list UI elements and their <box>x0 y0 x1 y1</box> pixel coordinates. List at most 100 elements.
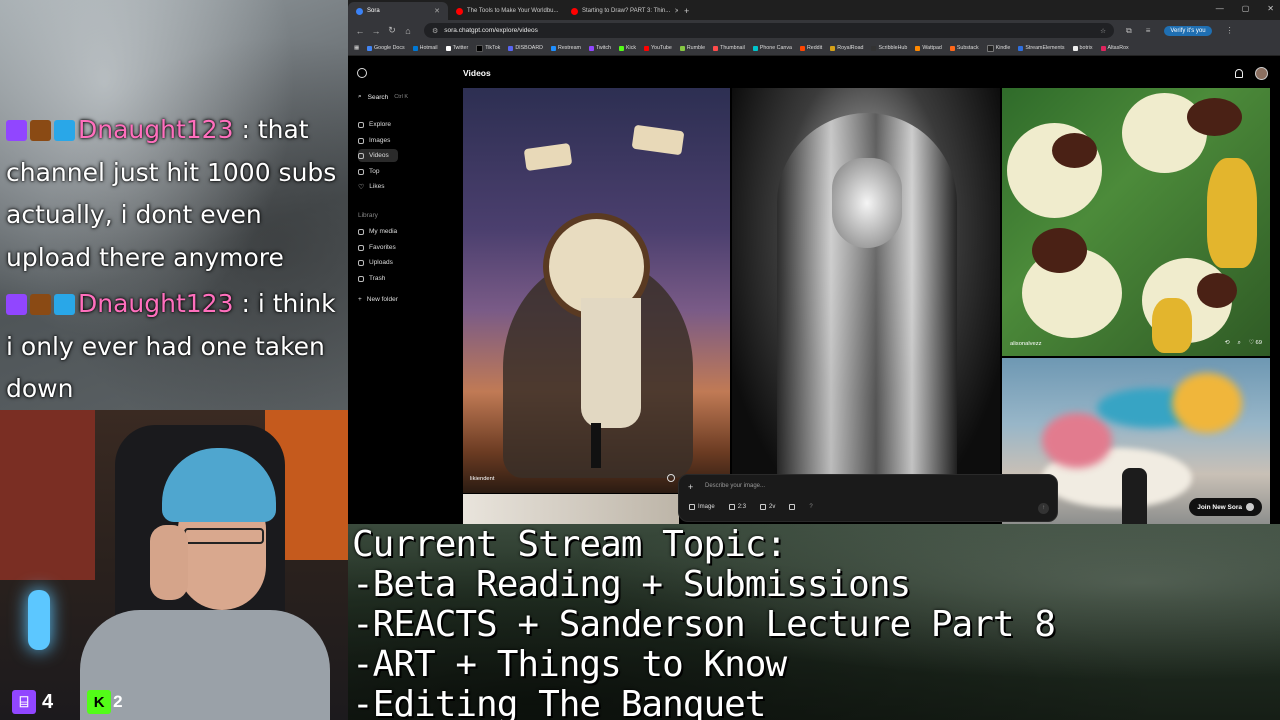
topic-item: -Editing The Banquet <box>352 684 766 720</box>
sidebar-item-images[interactable]: Images <box>358 134 446 147</box>
yellow-smoke-graphic <box>1172 373 1242 433</box>
new-tab-button[interactable]: + <box>678 2 695 20</box>
bookmark-item[interactable]: ScribbleHub <box>871 45 907 51</box>
bookmark-star-icon[interactable]: ☆ <box>1100 27 1106 35</box>
youtube-favicon-icon <box>456 7 463 15</box>
chat-message: Dnaught123 : that channel just hit 1000 … <box>6 109 344 279</box>
reading-list-icon[interactable]: ≡ <box>1146 26 1151 35</box>
bookmark-item[interactable]: Google Docs <box>367 45 405 51</box>
minimize-icon[interactable]: — <box>1216 4 1224 13</box>
tab-title: Sora <box>367 8 380 14</box>
tab-sora[interactable]: Sora ✕ <box>348 2 448 20</box>
presets-button[interactable] <box>789 504 796 510</box>
media-type-selector[interactable]: Image <box>689 504 715 510</box>
heart-icon: ♡ <box>358 183 365 191</box>
sidebar-item-likes[interactable]: ♡ Likes <box>358 180 446 193</box>
site-info-icon[interactable]: ⚙ <box>432 27 438 35</box>
submit-arrow-icon[interactable]: ↑ <box>1038 503 1049 514</box>
sidebar-item-trash[interactable]: Trash <box>358 272 446 285</box>
like-button[interactable]: ♡ 69 <box>1249 340 1262 347</box>
bookmark-item[interactable]: Twitter <box>445 45 468 51</box>
bookmark-item[interactable]: Kindle <box>986 44 1010 52</box>
help-icon[interactable]: ? <box>809 504 812 510</box>
bookmark-item[interactable]: Thumbnail <box>713 45 745 51</box>
aspect-ratio-selector[interactable]: 2:3 <box>728 504 746 510</box>
sidebar-item-favorites[interactable]: Favorites <box>358 241 446 254</box>
url-text: sora.chatgpt.com/explore/videos <box>444 27 538 34</box>
tile-author[interactable]: alisonalvezz <box>1010 341 1042 347</box>
tab-bar: Sora ✕ The Tools to Make Your Worldbu...✕… <box>348 0 1280 20</box>
bookmark-item[interactable]: Substack <box>949 45 979 51</box>
bookmark-item[interactable]: DISBOARD <box>508 45 543 51</box>
sidebar-item-uploads[interactable]: Uploads <box>358 256 446 269</box>
sidebar-item-videos[interactable]: Videos <box>358 149 398 162</box>
tab-drawing[interactable]: Starting to Draw? PART 3: Thin... ✕ <box>563 2 678 20</box>
bookmark-item[interactable]: Phone Canva <box>752 45 792 51</box>
extensions-icon[interactable]: ⧉ <box>1126 26 1132 36</box>
profile-verify-button[interactable]: Verify it's you <box>1164 25 1212 36</box>
forward-icon[interactable]: → <box>368 26 384 36</box>
tile-author[interactable]: likiendent <box>470 476 495 482</box>
explore-icon <box>358 121 364 128</box>
prompt-composer: + Describe your image... Image 2:3 2v ? … <box>678 474 1058 522</box>
notification-bell-icon[interactable] <box>1235 69 1243 78</box>
bookmark-item[interactable]: RoyalRoad <box>830 45 863 51</box>
bookmark-item[interactable]: Hotmail <box>412 45 438 51</box>
sidebar-item-my-media[interactable]: My media <box>358 225 446 238</box>
back-icon[interactable]: ← <box>352 26 368 36</box>
trophy-icon <box>358 168 364 175</box>
apps-icon[interactable]: ▦ <box>354 45 359 51</box>
close-window-icon[interactable]: ✕ <box>1267 4 1274 13</box>
video-tile-beetles[interactable]: alisonalvezz ⟲ ⌕ ♡ 69 <box>1002 88 1270 356</box>
new-folder-button[interactable]: + New folder <box>358 293 446 306</box>
maximize-icon[interactable]: ▢ <box>1242 4 1250 13</box>
bookmark-item[interactable]: YouTube <box>644 45 672 51</box>
statue-face-graphic <box>832 158 902 248</box>
star-icon <box>358 244 364 251</box>
search-icon[interactable]: ⌕ <box>1237 340 1240 347</box>
video-tile-chrome-statue[interactable] <box>732 88 1000 493</box>
variants-selector[interactable]: 2v <box>760 504 775 510</box>
bookmark-item[interactable]: Wattpad <box>915 45 942 51</box>
home-icon[interactable]: ⌂ <box>400 26 416 36</box>
avatar[interactable] <box>1255 67 1268 80</box>
bookmark-item[interactable]: AltasRox <box>1100 45 1129 51</box>
bookmark-item[interactable]: Twitch <box>588 45 611 51</box>
lava-lamp <box>28 590 50 650</box>
youtube-favicon-icon <box>571 7 578 15</box>
webcam-feed: ⌸ 4 K 2 <box>0 410 348 720</box>
bookmark-item[interactable]: botrix <box>1072 45 1093 51</box>
tab-worldbuilding[interactable]: The Tools to Make Your Worldbu...✕ <box>448 2 563 20</box>
url-field[interactable]: ⚙ sora.chatgpt.com/explore/videos ☆ <box>424 23 1114 38</box>
bookmark-item[interactable]: Reddit <box>799 45 822 51</box>
stream-topic-overlay: Current Stream Topic: -Beta Reading + Su… <box>348 524 1280 720</box>
close-tab-icon[interactable]: ✕ <box>434 7 440 15</box>
sora-logo-icon[interactable] <box>357 68 367 78</box>
close-tab-icon[interactable]: ✕ <box>674 7 678 15</box>
bookmark-item[interactable]: Restream <box>551 45 581 51</box>
prompt-input[interactable]: Describe your image... <box>705 483 765 489</box>
bookmark-item[interactable]: TikTok <box>476 44 500 52</box>
add-attachment-icon[interactable]: + <box>688 482 693 492</box>
chat-username: Dnaught123 <box>78 115 234 144</box>
pink-smoke-graphic <box>1042 413 1112 468</box>
video-tile-partial[interactable] <box>463 494 679 524</box>
sidebar-item-explore[interactable]: Explore <box>358 118 446 131</box>
bookmark-item[interactable]: StreamElements <box>1018 45 1065 51</box>
bookmark-item[interactable]: Rumble <box>679 45 705 51</box>
tile-options-icon[interactable] <box>667 474 675 482</box>
twitch-badge-icon <box>6 120 27 141</box>
menu-icon[interactable]: ⋮ <box>1226 26 1234 35</box>
beetle-graphic <box>1032 228 1087 273</box>
wall-poster <box>0 410 95 580</box>
video-tile-melting-clock[interactable]: likiendent <box>463 88 730 493</box>
sidebar-item-top[interactable]: Top <box>358 165 446 178</box>
bookmark-item[interactable]: Kick <box>618 45 636 51</box>
chat-overlay: Dnaught123 : that channel just hit 1000 … <box>0 0 348 410</box>
search-button[interactable]: ⌕ Search Ctrl K <box>358 93 408 101</box>
bookmarks-bar: ▦ Google Docs Hotmail Twitter TikTok DIS… <box>348 41 1280 56</box>
reload-icon[interactable]: ↻ <box>384 25 400 36</box>
topic-item: -Beta Reading + Submissions <box>352 564 911 605</box>
remix-icon[interactable]: ⟲ <box>1225 340 1230 347</box>
join-new-sora-button[interactable]: Join New Sora <box>1189 498 1262 516</box>
